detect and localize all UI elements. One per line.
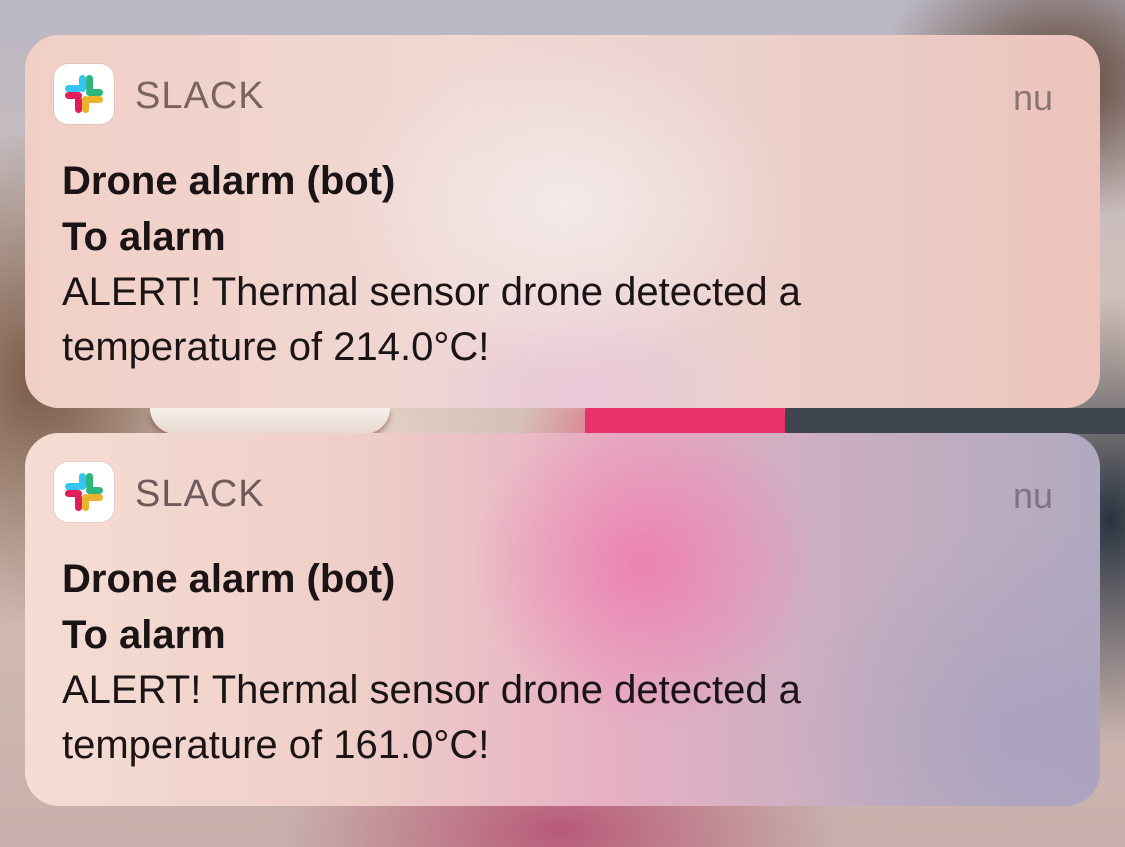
wallpaper-detail — [585, 405, 785, 435]
slack-logo-icon — [54, 64, 114, 124]
notification-sender: Drone alarm (bot) — [62, 557, 396, 601]
notification-card[interactable]: SLACK nu Drone alarm (bot) To alarm ALER… — [25, 35, 1100, 408]
wallpaper-detail — [150, 408, 390, 434]
app-name: SLACK — [135, 75, 265, 117]
notification-card[interactable]: SLACK nu Drone alarm (bot) To alarm ALER… — [25, 433, 1100, 806]
notification-message: ALERT! Thermal sensor drone detected a t… — [62, 270, 801, 369]
notification-channel: To alarm — [62, 613, 226, 657]
slack-logo-icon — [54, 462, 114, 522]
notification-sender: Drone alarm (bot) — [62, 159, 396, 203]
notification-channel: To alarm — [62, 215, 226, 259]
notification-time: nu — [1012, 77, 1053, 118]
wallpaper-detail — [785, 408, 1125, 434]
app-name: SLACK — [135, 473, 265, 515]
notification-message: ALERT! Thermal sensor drone detected a t… — [62, 668, 801, 767]
notification-time: nu — [1012, 475, 1053, 516]
